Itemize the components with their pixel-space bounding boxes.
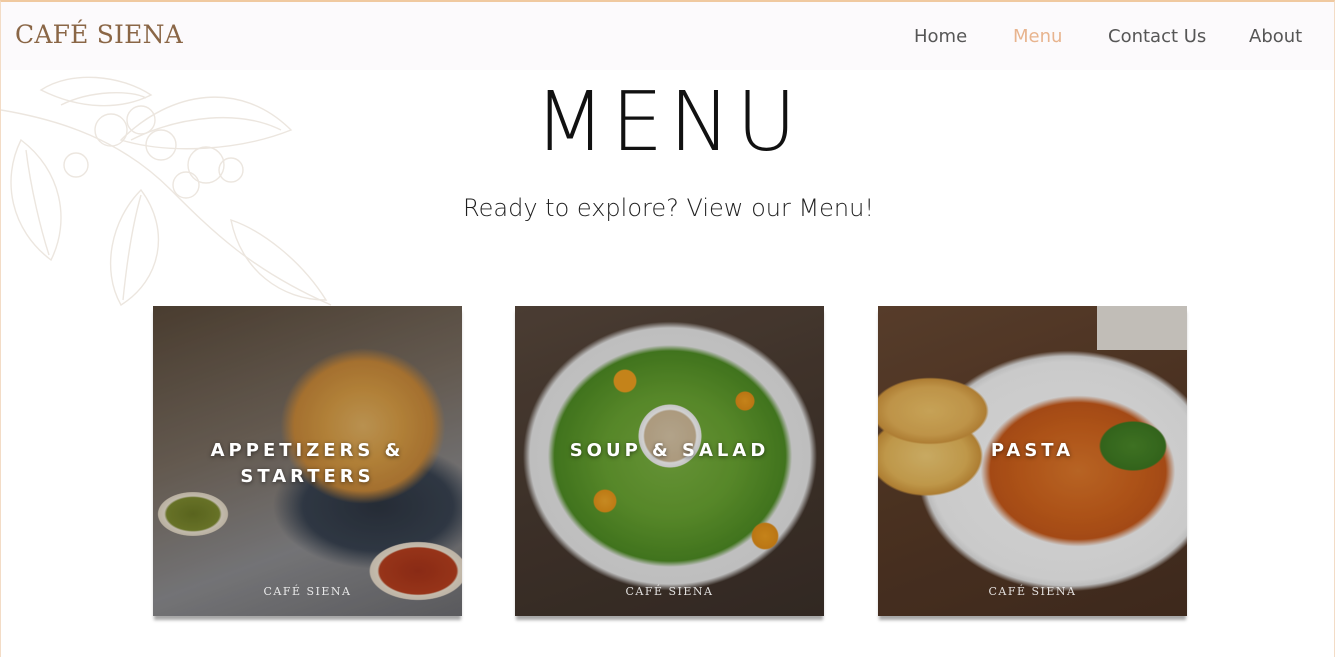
nav-menu[interactable]: Menu bbox=[1013, 26, 1062, 47]
nav-about[interactable]: About bbox=[1249, 26, 1302, 47]
card-watermark: CAFÉ SIENA bbox=[625, 585, 714, 598]
menu-card-soup-salad[interactable]: SOUP & SALAD CAFÉ SIENA bbox=[515, 306, 824, 616]
menu-card-pasta[interactable]: PASTA CAFÉ SIENA bbox=[878, 306, 1187, 616]
menu-card-appetizers[interactable]: APPETIZERS & STARTERS CAFÉ SIENA bbox=[153, 306, 462, 616]
nav-contact-us[interactable]: Contact Us bbox=[1108, 26, 1206, 47]
brand-logo[interactable]: CAFÉ SIENA bbox=[15, 20, 183, 49]
card-title: PASTA bbox=[990, 440, 1075, 461]
card-watermark: CAFÉ SIENA bbox=[988, 585, 1077, 598]
card-title: SOUP & SALAD bbox=[569, 440, 770, 461]
page-title: MENU bbox=[534, 75, 803, 170]
card-watermark: CAFÉ SIENA bbox=[263, 585, 352, 598]
site-header: CAFÉ SIENA Home Menu Contact Us About bbox=[1, 2, 1334, 70]
page-subtitle: Ready to explore? View our Menu! bbox=[463, 194, 874, 222]
nav-home[interactable]: Home bbox=[914, 26, 967, 47]
card-title: APPETIZERS & STARTERS bbox=[210, 440, 405, 487]
